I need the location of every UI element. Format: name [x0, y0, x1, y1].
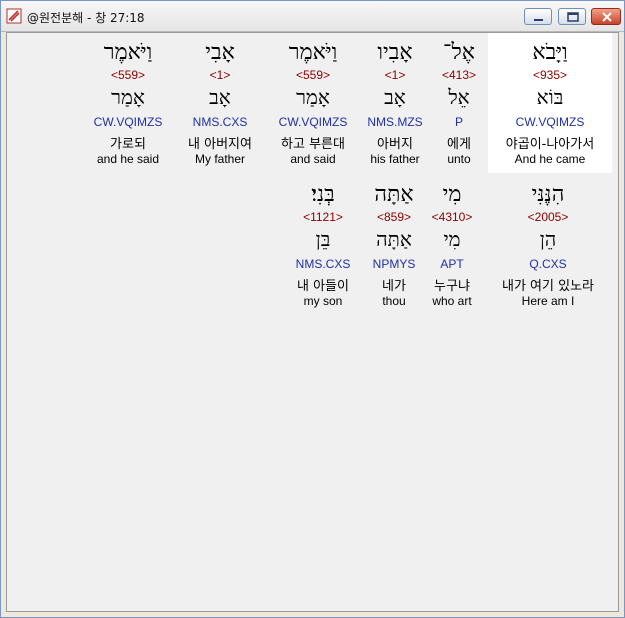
word-cell[interactable]: אַתָּה <859> אַתָּה NPMYS 네가 thou — [364, 175, 424, 315]
english-gloss: My father — [194, 152, 245, 166]
word-cell[interactable]: וַיָּבֹא <935> בּוֹא CW.VQIMZS 야곱이-나아가서 … — [488, 33, 612, 173]
hebrew-word: הִנֶּנִּי — [531, 182, 565, 207]
english-gloss: And he came — [514, 152, 586, 166]
hebrew-word: וַיֹּאמֶר — [288, 40, 338, 65]
strong-number[interactable]: <1121> — [287, 210, 359, 224]
english-gloss: Here am I — [521, 294, 575, 308]
hebrew-word: וַיָּבֹא — [532, 40, 568, 65]
maximize-icon — [567, 12, 579, 22]
english-gloss: unto — [447, 152, 471, 166]
english-gloss: and he said — [96, 152, 160, 166]
hebrew-root: אֵל — [448, 85, 470, 109]
word-cell[interactable]: אָבִי <1> אָב NMS.CXS 내 아버지여 My father — [177, 33, 263, 173]
korean-gloss: 에게 — [447, 137, 471, 152]
english-gloss: who art — [432, 294, 472, 308]
parsing-code: CW.VQIMZS — [515, 115, 585, 129]
app-icon — [6, 8, 22, 24]
hebrew-root: אַתָּה — [376, 227, 412, 251]
korean-gloss: 내가 여기 있노라 — [502, 279, 594, 294]
close-button[interactable] — [591, 8, 621, 25]
parsing-code: Q.CXS — [529, 257, 567, 271]
close-icon — [602, 12, 612, 22]
hebrew-word: אָבִי — [205, 40, 235, 65]
strong-number[interactable]: <413> — [429, 68, 489, 82]
parsing-code: NMS.MZS — [367, 115, 423, 129]
minimize-icon — [534, 19, 543, 21]
hebrew-word: אָבִיו — [377, 40, 413, 65]
window-title: @원전분해 - 창 27:18 — [27, 11, 145, 25]
word-cell[interactable]: מִי <4310> מִי APT 누구냐 who art — [425, 175, 479, 315]
title-bar[interactable]: @원전분해 - 창 27:18 — [1, 1, 624, 32]
parsing-code: NMS.CXS — [192, 115, 248, 129]
strong-number[interactable]: <859> — [364, 210, 424, 224]
parsing-code: P — [454, 115, 463, 129]
word-cell[interactable]: בְּנִי׃ <1121> בֵּן NMS.CXS 내 아들이 my son — [287, 175, 359, 315]
parsing-code: APT — [440, 257, 464, 271]
hebrew-word: וַיֹּאמֶר — [103, 40, 153, 65]
strong-number[interactable]: <1> — [357, 68, 433, 82]
word-cell[interactable]: הִנֶּנִּי <2005> הֵן Q.CXS 내가 여기 있노라 Her… — [481, 175, 615, 315]
parsing-code: NMS.CXS — [295, 257, 351, 271]
strong-number[interactable]: <2005> — [481, 210, 615, 224]
korean-gloss: 누구냐 — [434, 279, 470, 294]
english-gloss: my son — [303, 294, 343, 308]
korean-gloss: 하고 부른대 — [281, 137, 345, 152]
parsing-code: CW.VQIMZS — [93, 115, 163, 129]
strong-number[interactable]: <935> — [488, 68, 612, 82]
korean-gloss: 내 아버지여 — [188, 137, 252, 152]
hebrew-root: בּוֹא — [536, 85, 564, 109]
hebrew-word: מִי — [442, 182, 462, 207]
minimize-button[interactable] — [524, 8, 552, 25]
strong-number[interactable]: <559> — [87, 68, 169, 82]
korean-gloss: 가로되 — [110, 137, 146, 152]
korean-gloss: 내 아들이 — [297, 279, 349, 294]
hebrew-word: אֶל־ — [443, 40, 475, 65]
english-gloss: his father — [370, 152, 420, 166]
strong-number[interactable]: <559> — [269, 68, 357, 82]
hebrew-root: בֵּן — [315, 227, 331, 251]
english-gloss: and said — [290, 152, 336, 166]
hebrew-root: אָב — [384, 85, 406, 109]
strong-number[interactable]: <1> — [177, 68, 263, 82]
word-analysis-panel: וַיָּבֹא <935> בּוֹא CW.VQIMZS 야곱이-나아가서 … — [6, 32, 619, 612]
word-cell[interactable]: וַיֹּאמֶר <559> אָמַר CW.VQIMZS 하고 부른대 a… — [269, 33, 357, 173]
hebrew-root: הֵן — [539, 227, 557, 251]
hebrew-word: אַתָּה — [374, 182, 414, 207]
parsing-code: NPMYS — [372, 257, 416, 271]
hebrew-root: אָב — [209, 85, 231, 109]
hebrew-word: בְּנִי׃ — [311, 182, 335, 207]
hebrew-root: אָמַר — [111, 85, 145, 109]
app-window: @원전분해 - 창 27:18 וַיָּבֹא <935> בּוֹא CW.… — [0, 0, 625, 618]
word-cell[interactable]: וַיֹּאמֶר <559> אָמַר CW.VQIMZS 가로되 and … — [87, 33, 169, 173]
word-cell[interactable]: אָבִיו <1> אָב NMS.MZS 아버지 his father — [357, 33, 433, 173]
korean-gloss: 야곱이-나아가서 — [505, 137, 595, 152]
hebrew-root: אָמַר — [296, 85, 330, 109]
english-gloss: thou — [382, 294, 406, 308]
word-cell[interactable]: אֶל־ <413> אֵל P 에게 unto — [429, 33, 489, 173]
maximize-button[interactable] — [558, 8, 586, 25]
hebrew-root: מִי — [443, 227, 461, 251]
korean-gloss: 아버지 — [377, 137, 413, 152]
parsing-code: CW.VQIMZS — [278, 115, 348, 129]
korean-gloss: 네가 — [382, 279, 406, 294]
strong-number[interactable]: <4310> — [425, 210, 479, 224]
